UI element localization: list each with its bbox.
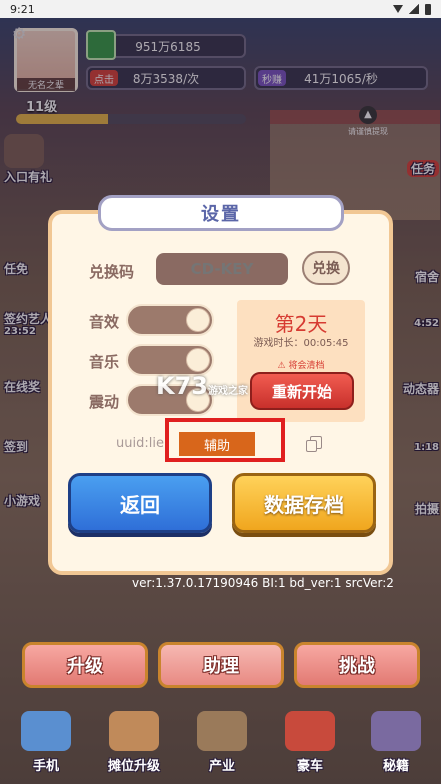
uuid-label: uuid:lie xyxy=(116,436,164,451)
back-button[interactable]: 返回 xyxy=(68,473,212,533)
nav-phone-label: 手机 xyxy=(32,759,59,774)
music-toggle-knob xyxy=(186,348,210,372)
watermark-brand: K73 xyxy=(156,372,208,400)
game-day: 第2天 xyxy=(274,312,328,336)
play-time: 游戏时长：00:05:45 xyxy=(253,338,349,349)
book-icon xyxy=(371,711,421,751)
clear-data-warning: ⚠ 将会清档 xyxy=(277,361,325,371)
nav-stall-upgrade[interactable]: 摊位升级 xyxy=(98,700,170,780)
status-bar: 9:21 xyxy=(0,0,441,18)
industry-icon xyxy=(197,711,247,751)
upgrade-button[interactable]: 升级 xyxy=(22,642,148,688)
sound-label: 音效 xyxy=(89,313,120,331)
music-label: 音乐 xyxy=(89,353,120,371)
sound-toggle[interactable] xyxy=(126,304,214,336)
nav-cheats-label: 秘籍 xyxy=(382,759,409,774)
battery-icon xyxy=(425,3,431,15)
redeem-label: 兑换码 xyxy=(89,263,135,281)
nav-luxury-car[interactable]: 豪车 xyxy=(274,700,346,780)
nav-phone[interactable]: 手机 xyxy=(10,700,82,780)
system-icons xyxy=(393,3,431,15)
car-icon xyxy=(285,711,335,751)
redeem-button[interactable]: 兑换 xyxy=(302,251,350,285)
vibrate-label: 震动 xyxy=(89,393,120,411)
watermark-logo: K73游戏之家 xyxy=(156,372,248,400)
challenge-button[interactable]: 挑战 xyxy=(294,642,420,688)
save-data-button[interactable]: 数据存档 xyxy=(232,473,376,533)
status-time: 9:21 xyxy=(10,2,35,16)
signal-icon xyxy=(409,4,419,14)
redeem-code-input[interactable] xyxy=(156,253,288,285)
sound-toggle-knob xyxy=(186,308,210,332)
phone-icon xyxy=(21,711,71,751)
stall-icon xyxy=(109,711,159,751)
nav-stall-label: 摊位升级 xyxy=(107,759,160,774)
dialog-title: 设置 xyxy=(98,195,344,231)
copy-icon[interactable] xyxy=(306,436,322,452)
clear-data-warning-text: 将会清档 xyxy=(288,361,325,371)
version-info: ver:1.37.0.17190946 BI:1 bd_ver:1 srcVer… xyxy=(132,576,394,590)
annotation-highlight-box xyxy=(165,418,285,462)
watermark-sub: 游戏之家 xyxy=(208,386,248,397)
wifi-icon xyxy=(393,5,403,13)
nav-car-label: 豪车 xyxy=(296,759,323,774)
nav-cheats[interactable]: 秘籍 xyxy=(360,700,432,780)
nav-industry-label: 产业 xyxy=(208,759,235,774)
restart-button[interactable]: 重新开始 xyxy=(250,372,354,410)
assistant-button[interactable]: 助理 xyxy=(158,642,284,688)
nav-industry[interactable]: 产业 xyxy=(186,700,258,780)
